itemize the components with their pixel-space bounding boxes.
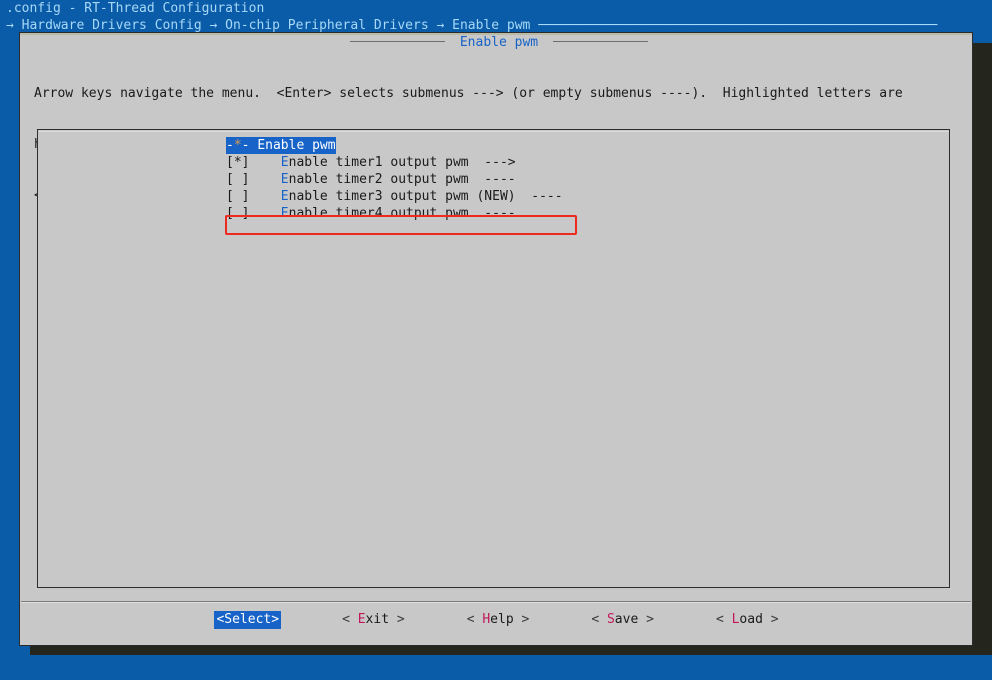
button-bracket-open: < [466,612,483,627]
menu-item-bracket-open: - [226,138,234,153]
menu-item-content: [*] Enable timer1 output pwm [226,154,469,171]
menu-item-bracket-open: [ [226,189,234,204]
button-label: xit [365,612,390,627]
menu-item-bracket-open: [ [226,172,234,187]
menu-item-row[interactable]: [ ] Enable timer3 output pwm (NEW) ---- [38,188,949,205]
menu-item-hotkey-letter: E [280,206,289,221]
button-bracket-close: > [389,612,405,627]
terminal-bottom-strip [0,655,992,680]
menu-item-state-marker [234,189,242,204]
menu-item-state-marker: * [233,155,242,170]
button-label: elect [232,612,272,627]
menu-item-label: nable timer3 output pwm (NEW) [288,189,516,204]
button-label: elp [490,612,514,627]
button-bracket-close: > [513,612,530,627]
menu-item-content: -*- Enable pwm [226,137,336,154]
menuconfig-dialog: Arrow keys navigate the menu. <Enter> se… [19,32,973,646]
menu-item-bracket-close: ] [241,206,281,221]
terminal-header: .config - RT-Thread Configuration → Hard… [0,0,992,34]
menu-item-bracket-close: - [241,138,258,153]
dialog-button-bar: <Select> < Exit > < Help > < Save > < Load > [20,611,974,633]
menu-item-hotkey-letter: E [280,172,289,187]
help-button[interactable]: < Help > [466,611,531,629]
button-hotkey-letter: H [482,612,491,627]
menu-item-submenu-indicator: ---- [468,206,516,221]
listbox-top-highlight [39,131,949,132]
save-button[interactable]: < Save > [590,611,655,629]
terminal-screen: .config - RT-Thread Configuration → Hard… [0,0,992,680]
menu-item-bracket-close: ] [241,189,281,204]
menu-item-submenu-indicator: ---- [468,172,516,187]
dialog-shadow-bottom [30,646,992,655]
menu-item-submenu-indicator: ---- [515,189,563,204]
app-title: .config - RT-Thread Configuration [6,1,265,16]
button-bracket-close: > [638,612,654,627]
menu-item-bracket-open: [ [226,206,234,221]
dialog-shadow-right [973,43,992,655]
menu-item-row[interactable]: -*- Enable pwm [38,137,949,154]
exit-button[interactable]: < Exit > [341,611,406,629]
button-bracket-close: > [762,612,779,627]
select-button[interactable]: <Select> [214,611,282,629]
menu-item-label: nable timer1 output pwm [288,155,469,170]
button-hotkey-letter: S [224,612,233,627]
dialog-top-highlight [20,33,972,35]
help-line-1: Arrow keys navigate the menu. <Enter> se… [34,86,903,101]
button-hotkey-letter: E [357,612,366,627]
menu-item-content: [ ] Enable timer3 output pwm (NEW) [226,188,516,205]
menu-item-bracket-close: ] [241,155,281,170]
menu-item-content: [ ] Enable timer2 output pwm [226,171,469,188]
menu-item-label: Enable pwm [257,138,336,153]
button-bracket-close: > [271,612,280,627]
button-bar-separator-highlight [21,602,971,603]
menu-list-box[interactable]: -*- Enable pwm [*] Enable timer1 output p… [37,129,950,588]
menu-item-hotkey-letter: E [280,189,289,204]
menu-item-state-marker: * [233,138,242,153]
button-label: ave [614,612,639,627]
menu-item-label: nable timer2 output pwm [288,172,469,187]
button-bracket-open: < [591,612,607,627]
menu-item-submenu-indicator: ---> [468,155,516,170]
menu-item-content: [ ] Enable timer4 output pwm [226,205,469,222]
button-hotkey-letter: S [606,612,615,627]
menu-item-row[interactable]: [ ] Enable timer2 output pwm ---- [38,171,949,188]
button-bracket-open: < [715,612,732,627]
menu-item-bracket-open: [ [226,155,234,170]
menu-item-bracket-close: ] [241,172,281,187]
menu-item-row[interactable]: [ ] Enable timer4 output pwm ---- [38,205,949,222]
menu-item-state-marker [234,172,242,187]
menu-item-row[interactable]: [*] Enable timer1 output pwm ---> [38,154,949,171]
button-bracket-open: < [342,612,358,627]
menu-items-container: -*- Enable pwm [*] Enable timer1 output p… [38,137,949,222]
load-button[interactable]: < Load > [715,611,780,629]
button-label: oad [739,612,763,627]
menu-item-label: nable timer4 output pwm [288,206,469,221]
menu-item-hotkey-letter: E [280,155,289,170]
menu-item-state-marker [234,206,242,221]
